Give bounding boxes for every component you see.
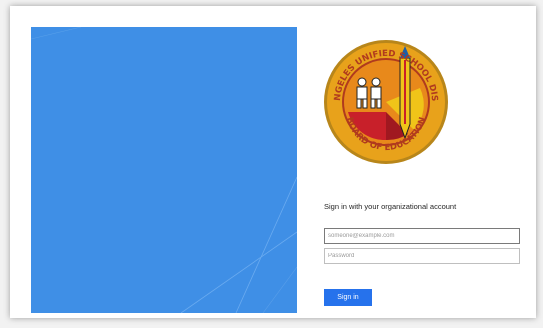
password-input[interactable]	[324, 248, 520, 264]
illustration-lines	[31, 27, 297, 313]
login-window: LOS ANGELES UNIFIED SCHOOL DISTRICT BOAR…	[10, 6, 536, 318]
illustration-panel	[31, 27, 297, 313]
username-input[interactable]	[324, 228, 520, 244]
district-seal-logo: LOS ANGELES UNIFIED SCHOOL DISTRICT BOAR…	[318, 31, 450, 166]
sign-in-heading: Sign in with your organizational account	[324, 202, 457, 211]
sign-in-button[interactable]: Sign in	[324, 289, 372, 306]
